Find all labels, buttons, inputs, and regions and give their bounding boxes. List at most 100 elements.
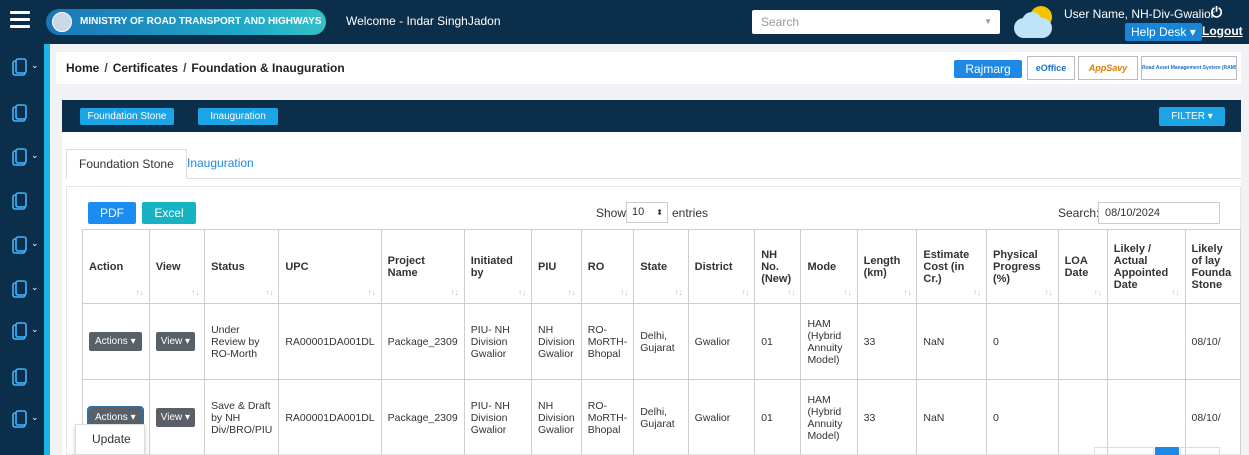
column-header[interactable]: Mode ↑↓: [800, 229, 858, 304]
column-header[interactable]: NH No. (New) ↑↓: [754, 229, 802, 304]
pagination-prev[interactable]: [1094, 447, 1154, 455]
power-icon[interactable]: ⏻: [1211, 4, 1222, 21]
user-name: User Name, NH-Div-Gwalior: [1064, 7, 1215, 21]
column-header[interactable]: UPC ↑↓: [278, 229, 382, 304]
ro-cell: RO- MoRTH- Bhopal: [580, 303, 635, 380]
actions-button[interactable]: Actions ▾: [89, 332, 142, 351]
column-header[interactable]: Estimate Cost (in Cr.) ↑↓: [916, 229, 987, 304]
piu-cell: NH Division Gwalior: [531, 379, 582, 455]
data-table: Action ↑↓ View ↑↓ Status ↑↓ UPC ↑↓ Project N…: [82, 229, 1241, 455]
tab-inauguration[interactable]: Inauguration: [175, 149, 266, 179]
initiated-cell: PIU- NH Division Gwalior: [463, 303, 533, 380]
project-cell: Package_2309: [380, 379, 465, 455]
breadcrumb: Home / Certificates / Foundation & Inaugurat…: [66, 61, 345, 75]
mode-cell: HAM (Hybrid Annuity Model): [800, 303, 858, 380]
state-cell: Delhi, Gujarat: [633, 379, 689, 455]
nh-cell: 01: [754, 379, 802, 455]
nh-cell: 01: [754, 303, 802, 380]
actions-dropdown-menu: Update: [75, 424, 145, 455]
search-label: Search:: [1058, 206, 1100, 220]
foundation-cell: 08/10/: [1184, 379, 1241, 455]
foundation-cell: 08/10/: [1184, 303, 1241, 380]
column-header[interactable]: Length (km) ↑↓: [856, 229, 918, 304]
weather-icon: [1008, 4, 1058, 42]
column-header[interactable]: PIU ↑↓: [531, 229, 582, 304]
upc-cell: RA00001DA001DL: [278, 303, 382, 380]
sidebar-item-1[interactable]: ⌄: [12, 58, 42, 78]
entries-select[interactable]: 10 ⬍: [626, 202, 668, 223]
inauguration-button[interactable]: Inauguration: [198, 108, 278, 125]
filter-button[interactable]: FILTER ▾: [1159, 107, 1225, 126]
view-button[interactable]: View ▾: [155, 332, 196, 351]
chevron-down-icon: ▼: [984, 17, 992, 26]
breadcrumb-home[interactable]: Home: [66, 61, 99, 75]
ministry-banner: MINISTRY OF ROAD TRANSPORT AND HIGHWAYS: [46, 9, 326, 35]
mode-cell: HAM (Hybrid Annuity Model): [800, 379, 858, 455]
tab-foundation-stone[interactable]: Foundation Stone: [66, 149, 187, 179]
column-header[interactable]: Initiated by ↑↓: [463, 229, 533, 304]
piu-cell: NH Division Gwalior: [531, 303, 582, 380]
column-header[interactable]: RO ↑↓: [580, 229, 635, 304]
pagination-current[interactable]: [1155, 447, 1179, 455]
sidebar-item-2[interactable]: [12, 104, 42, 124]
foundation-stone-button[interactable]: Foundation Stone: [80, 108, 174, 125]
project-cell: Package_2309: [380, 303, 465, 380]
upc-cell: RA00001DA001DL: [278, 379, 382, 455]
appsavy-logo[interactable]: AppSavy: [1078, 56, 1138, 80]
entries-label: entries: [672, 206, 709, 220]
show-label: Show: [596, 206, 627, 220]
view-button[interactable]: View ▾: [155, 408, 196, 427]
menu-icon[interactable]: [10, 11, 30, 31]
district-cell: Gwalior: [687, 379, 756, 455]
breadcrumb-current: Foundation & Inauguration: [191, 61, 345, 75]
rams-logo[interactable]: Road Asset Management System (RAMS): [1141, 56, 1237, 80]
pdf-button[interactable]: PDF: [88, 202, 136, 224]
loa-cell: [1057, 379, 1108, 455]
welcome-text: Welcome - Indar SinghJadon: [346, 14, 501, 28]
length-cell: 33: [856, 303, 918, 380]
column-header[interactable]: Action ↑↓: [82, 229, 150, 304]
progress-cell: 0: [985, 379, 1059, 455]
column-header[interactable]: Project Name ↑↓: [380, 229, 465, 304]
column-header[interactable]: Likely / Actual Appointed Date ↑↓: [1106, 229, 1186, 304]
loa-cell: [1057, 303, 1108, 380]
cost-cell: NaN: [916, 303, 987, 380]
emblem-icon: [52, 12, 72, 32]
top-bar: MINISTRY OF ROAD TRANSPORT AND HIGHWAYS …: [0, 0, 1249, 44]
breadcrumb-certificates[interactable]: Certificates: [113, 61, 178, 75]
sort-updown-icon: ⬍: [656, 208, 663, 217]
ro-cell: RO- MoRTH- Bhopal: [580, 379, 635, 455]
column-header[interactable]: View ↑↓: [148, 229, 206, 304]
initiated-cell: PIU- NH Division Gwalior: [463, 379, 533, 455]
appointed-cell: [1106, 379, 1186, 455]
table-row: Actions ▾ View ▾ Save & Draft by NH Div/…: [82, 379, 1241, 455]
status-cell: Under Review by RO-Morth: [204, 303, 280, 380]
data-table-wrapper: Action ↑↓ View ↑↓ Status ↑↓ UPC ↑↓ Project N…: [82, 229, 1241, 455]
column-header[interactable]: Likely of lay Founda Stone: [1184, 229, 1241, 304]
ministry-title: MINISTRY OF ROAD TRANSPORT AND HIGHWAYS: [80, 16, 322, 27]
sidebar-item-6[interactable]: ⌄: [12, 280, 42, 300]
sidebar-item-7[interactable]: ⌄: [12, 322, 42, 342]
sidebar-item-9[interactable]: ⌄: [12, 410, 42, 430]
table-search-input[interactable]: 08/10/2024: [1098, 202, 1220, 224]
excel-button[interactable]: Excel: [142, 202, 196, 224]
help-desk-button[interactable]: Help Desk ▾: [1125, 23, 1202, 41]
logout-link[interactable]: Logout: [1202, 24, 1243, 38]
state-cell: Delhi, Gujarat: [633, 303, 689, 380]
sidebar-item-8[interactable]: [12, 368, 42, 388]
column-header[interactable]: LOA Date ↑↓: [1057, 229, 1108, 304]
sidebar-item-4[interactable]: [12, 192, 42, 212]
rajmarg-button[interactable]: Rajmarg: [954, 60, 1022, 78]
status-cell: Save & Draft by NH Div/BRO/PIU: [204, 379, 280, 455]
column-header[interactable]: Physical Progress (%) ↑↓: [985, 229, 1059, 304]
panel-header: Foundation Stone Inauguration: [62, 100, 1241, 132]
search-input[interactable]: Search ▼: [752, 10, 1000, 34]
pagination-next[interactable]: [1180, 447, 1220, 455]
column-header[interactable]: District ↑↓: [687, 229, 756, 304]
column-header[interactable]: State ↑↓: [633, 229, 689, 304]
update-menu-item[interactable]: Update: [92, 432, 131, 446]
column-header[interactable]: Status ↑↓: [204, 229, 280, 304]
sidebar-item-5[interactable]: ⌄: [12, 236, 42, 256]
eoffice-logo[interactable]: eOffice: [1027, 56, 1075, 80]
sidebar-item-3[interactable]: ⌄: [12, 148, 42, 168]
